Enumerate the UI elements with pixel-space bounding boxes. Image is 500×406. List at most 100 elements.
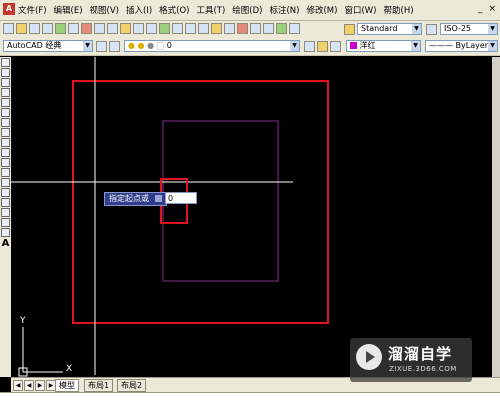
make-current-layer-icon[interactable]	[304, 41, 315, 52]
pan-icon[interactable]	[159, 23, 170, 34]
close-button[interactable]: ×	[488, 4, 496, 14]
zoom-window-icon[interactable]	[185, 23, 196, 34]
chevron-down-icon: ▼	[412, 24, 421, 34]
hatch-icon[interactable]	[1, 198, 10, 207]
color-select[interactable]: 洋红 ▼	[346, 40, 421, 52]
tab-layout2[interactable]: 布局2	[117, 379, 147, 392]
dim-style-value: ISO-25	[444, 24, 472, 33]
menu-edit[interactable]: 编辑(E)	[54, 4, 83, 16]
redo-icon[interactable]	[146, 23, 157, 34]
construction-line-icon[interactable]	[1, 68, 10, 77]
dynamic-input-prompt: 指定起点或	[104, 192, 167, 206]
spline-icon[interactable]	[1, 138, 10, 147]
workspace-select[interactable]: AutoCAD 经典 ▼	[3, 40, 93, 52]
insert-block-icon[interactable]	[1, 168, 10, 177]
help-icon[interactable]	[289, 23, 300, 34]
dynamic-input-prompt-text: 指定起点或	[109, 194, 149, 203]
chevron-down-icon: ▼	[488, 41, 497, 51]
copy-icon[interactable]	[94, 23, 105, 34]
down-arrow-icon[interactable]	[154, 195, 162, 202]
arc-icon[interactable]	[1, 108, 10, 117]
zoom-realtime-icon[interactable]	[172, 23, 183, 34]
chevron-down-icon: ▼	[411, 41, 420, 51]
window-controls: _ ×	[478, 4, 496, 14]
menu-dimension[interactable]: 标注(N)	[269, 4, 299, 16]
menu-insert[interactable]: 插入(I)	[126, 4, 152, 16]
menu-tools[interactable]: 工具(T)	[196, 4, 225, 16]
app-icon[interactable]: A	[3, 3, 15, 15]
text-style-select[interactable]: Standard ▼	[357, 23, 422, 35]
circle-icon[interactable]	[1, 118, 10, 127]
preview-icon[interactable]	[55, 23, 66, 34]
next-tab-icon[interactable]: ▶	[35, 380, 45, 391]
rectangle-icon[interactable]	[1, 98, 10, 107]
polygon-icon[interactable]	[1, 88, 10, 97]
menu-file[interactable]: 文件(F)	[18, 4, 47, 16]
tool-palettes-icon[interactable]	[237, 23, 248, 34]
make-block-icon[interactable]	[1, 178, 10, 187]
linetype-value: ByLayer	[455, 41, 489, 50]
layer-states-icon[interactable]	[330, 41, 341, 52]
layer-color-icon: ■	[156, 41, 165, 50]
ellipse-icon[interactable]	[1, 148, 10, 157]
menu-draw[interactable]: 绘图(D)	[232, 4, 262, 16]
ellipse-arc-icon[interactable]	[1, 158, 10, 167]
new-file-icon[interactable]	[3, 23, 14, 34]
cut-icon[interactable]	[81, 23, 92, 34]
tab-model[interactable]: 模型	[55, 379, 79, 392]
sun-icon: ●	[137, 41, 145, 50]
menu-modify[interactable]: 修改(M)	[306, 4, 337, 16]
dynamic-input-field[interactable]: 0	[165, 192, 197, 204]
menu-bar: A 文件(F) 编辑(E) 视图(V) 插入(I) 格式(O) 工具(T) 绘图…	[0, 0, 500, 21]
line-icon[interactable]	[1, 58, 10, 67]
polyline-icon[interactable]	[1, 78, 10, 87]
menu-help[interactable]: 帮助(H)	[384, 4, 414, 16]
open-file-icon[interactable]	[16, 23, 27, 34]
undo-icon[interactable]	[133, 23, 144, 34]
paste-icon[interactable]	[107, 23, 118, 34]
menu-format[interactable]: 格式(O)	[159, 4, 189, 16]
match-properties-icon[interactable]	[120, 23, 131, 34]
table-icon[interactable]	[1, 228, 10, 237]
color-value: 洋红	[359, 41, 376, 50]
revision-cloud-icon[interactable]	[1, 128, 10, 137]
multiline-text-icon[interactable]: A	[0, 238, 11, 249]
tab-nav-buttons: ◀ ◀ ▶ ▶	[13, 380, 56, 391]
workspace-settings-icon[interactable]	[96, 41, 107, 52]
first-tab-icon[interactable]: ◀	[13, 380, 23, 391]
save-icon[interactable]	[29, 23, 40, 34]
drawing-canvas[interactable]	[11, 57, 492, 377]
minimize-button[interactable]: _	[478, 4, 483, 14]
prev-tab-icon[interactable]: ◀	[24, 380, 34, 391]
publish-icon[interactable]	[68, 23, 79, 34]
point-icon[interactable]	[1, 188, 10, 197]
command-line[interactable]	[0, 392, 500, 406]
lightbulb-icon: ●	[128, 41, 135, 50]
gradient-icon[interactable]	[1, 208, 10, 217]
sheet-set-icon[interactable]	[250, 23, 261, 34]
ucs-y-label: Y	[20, 316, 26, 326]
dim-style-icon[interactable]	[426, 24, 437, 35]
menu-view[interactable]: 视图(V)	[90, 4, 119, 16]
text-style-icon[interactable]	[344, 24, 355, 35]
design-center-icon[interactable]	[224, 23, 235, 34]
zoom-previous-icon[interactable]	[198, 23, 209, 34]
calculator-icon[interactable]	[276, 23, 287, 34]
tab-layout1[interactable]: 布局1	[84, 379, 114, 392]
print-icon[interactable]	[42, 23, 53, 34]
chevron-down-icon: ▼	[290, 41, 299, 51]
menu-window[interactable]: 窗口(W)	[344, 4, 376, 16]
linetype-select[interactable]: ——— ByLayer ▼	[425, 40, 498, 52]
dim-style-select[interactable]: ISO-25 ▼	[440, 23, 498, 35]
properties-icon[interactable]	[211, 23, 222, 34]
color-swatch-icon	[350, 42, 357, 49]
layer-value: 0	[166, 41, 172, 50]
text-style-value: Standard	[361, 24, 398, 33]
region-icon[interactable]	[1, 218, 10, 227]
layer-previous-icon[interactable]	[317, 41, 328, 52]
ucs-x-label: X	[66, 364, 73, 374]
markup-icon[interactable]	[263, 23, 274, 34]
layer-select[interactable]: ● ● ● ■ 0 ▼	[124, 40, 300, 52]
layer-manager-icon[interactable]	[109, 41, 120, 52]
vertical-scrollbar[interactable]	[492, 57, 500, 377]
